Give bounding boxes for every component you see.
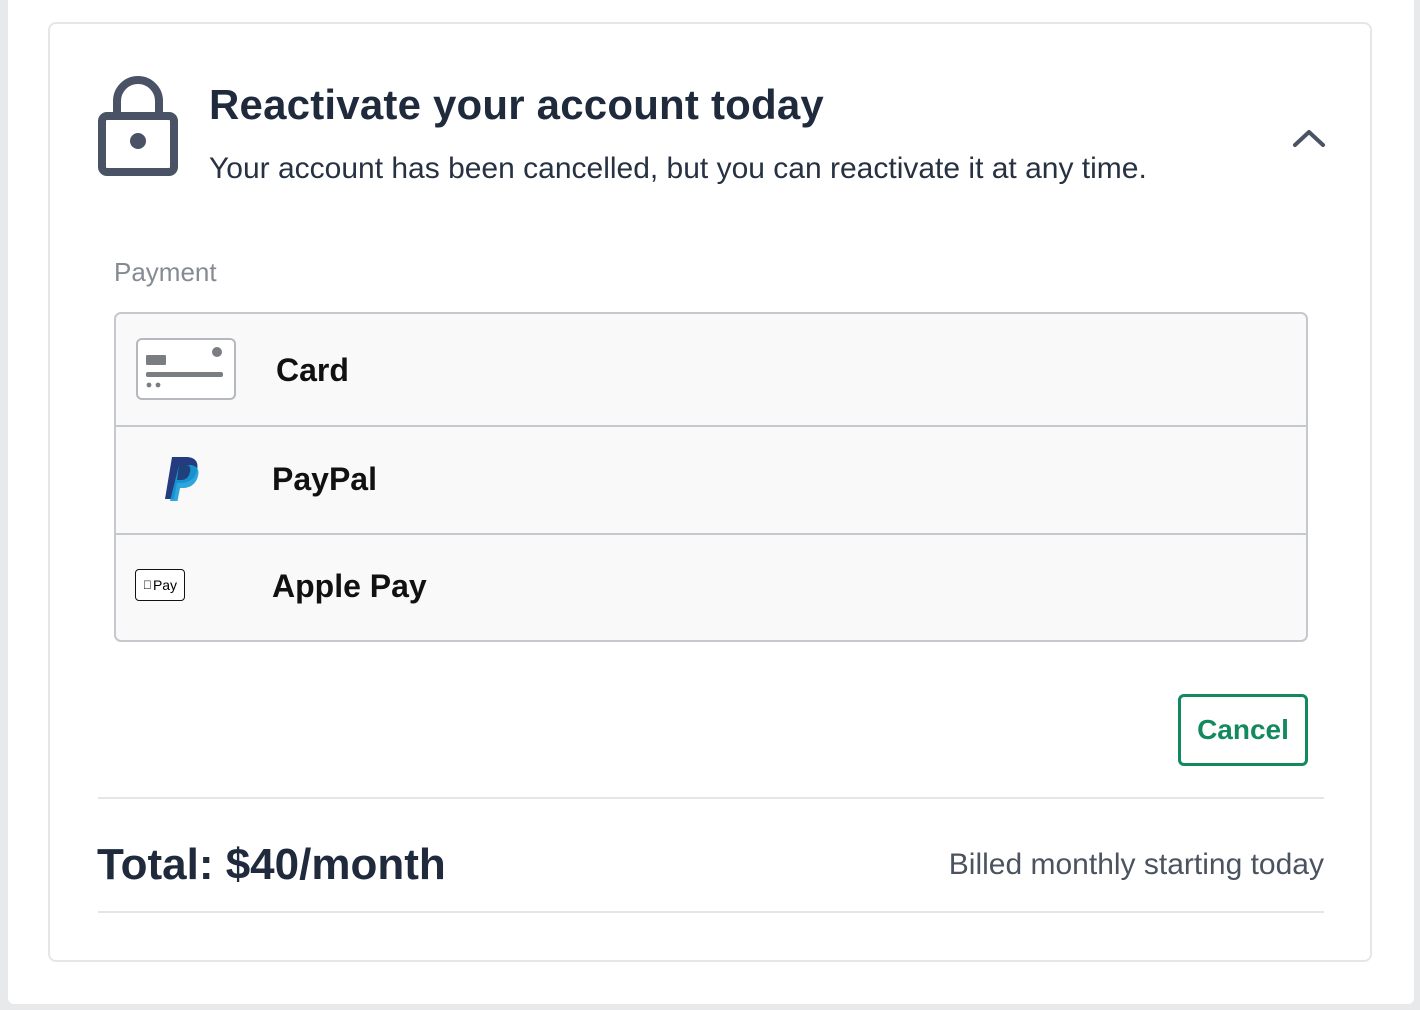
paypal-logo-icon [165, 457, 199, 501]
payment-method-label: Card [276, 352, 349, 388]
lock-icon [98, 76, 178, 176]
total-price: Total: $40/month [97, 840, 446, 889]
chevron-up-icon [1293, 130, 1325, 147]
credit-card-icon [136, 338, 236, 400]
divider [98, 911, 1324, 913]
payment-method-apple-pay[interactable]: Pay Apple Pay [116, 533, 1306, 640]
payment-method-label: PayPal [272, 461, 377, 497]
payment-method-label: Apple Pay [272, 568, 427, 604]
billing-note: Billed monthly starting today [948, 848, 1324, 881]
cancel-button[interactable]: Cancel [1178, 694, 1308, 766]
page-title: Reactivate your account today [209, 81, 824, 128]
page-subtitle: Your account has been cancelled, but you… [209, 152, 1147, 185]
payment-method-list: Card PayPal Pay Apple Pay [114, 312, 1308, 642]
collapse-button[interactable] [1285, 118, 1333, 158]
apple-logo-icon:  [143, 578, 152, 592]
payment-section-label: Payment [114, 257, 217, 287]
payment-method-paypal[interactable]: PayPal [116, 425, 1306, 535]
apple-pay-logo-text: Pay [148, 577, 177, 593]
apple-pay-logo-icon: Pay [135, 569, 185, 601]
divider [98, 797, 1324, 799]
payment-method-card[interactable]: Card [116, 314, 1306, 427]
